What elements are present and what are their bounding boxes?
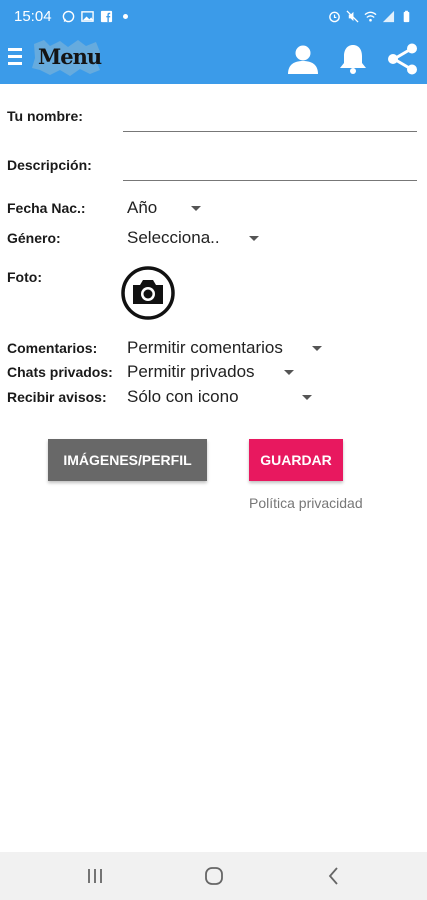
status-time: 15:04 (14, 7, 52, 25)
alarm-icon (329, 11, 340, 22)
comments-value: Permitir comentarios (127, 338, 283, 357)
chats-value: Permitir privados (127, 362, 255, 381)
profile-icon[interactable] (286, 42, 320, 76)
gender-label: Género: (7, 230, 61, 246)
gallery-icon (80, 10, 94, 22)
birth-date-label: Fecha Nac.: (7, 200, 86, 216)
menu-icon[interactable] (8, 48, 22, 68)
images-profile-button[interactable]: IMÁGENES/PERFIL (48, 439, 207, 481)
home-icon[interactable] (202, 864, 226, 888)
app-bar: Menu (0, 32, 427, 84)
facebook-icon (100, 10, 112, 22)
battery-icon (403, 10, 410, 22)
notices-label: Recibir avisos: (7, 389, 107, 405)
menu-logo[interactable]: Menu (30, 38, 102, 78)
recent-apps-icon[interactable] (83, 864, 107, 888)
chevron-down-icon (283, 369, 294, 375)
system-nav-bar (0, 852, 427, 900)
status-bar: 15:04 (0, 0, 427, 32)
gender-value: Selecciona.. (127, 228, 220, 247)
comments-label: Comentarios: (7, 340, 98, 356)
description-input[interactable] (123, 153, 417, 181)
name-input[interactable] (123, 104, 417, 132)
camera-icon[interactable] (121, 266, 175, 320)
chats-select[interactable]: Permitir privados (127, 362, 294, 382)
birth-year-select[interactable]: Año (127, 198, 202, 218)
notices-select[interactable]: Sólo con icono (127, 387, 312, 407)
bell-icon[interactable] (336, 42, 370, 76)
gender-select[interactable]: Selecciona.. (127, 228, 259, 248)
mute-icon (346, 9, 359, 23)
wifi-icon (364, 11, 377, 22)
chats-label: Chats privados: (7, 364, 113, 380)
chevron-down-icon (301, 394, 312, 400)
chevron-down-icon (311, 345, 322, 351)
logo-text: Menu (38, 44, 102, 69)
comments-select[interactable]: Permitir comentarios (127, 338, 322, 358)
chevron-down-icon (248, 235, 259, 241)
chevron-down-icon (191, 205, 202, 211)
dot-icon (122, 13, 128, 19)
back-icon[interactable] (322, 864, 346, 888)
share-icon[interactable] (385, 42, 419, 76)
whatsapp-icon (62, 10, 74, 22)
save-button[interactable]: GUARDAR (249, 439, 343, 481)
description-label: Descripción: (7, 157, 92, 173)
notices-value: Sólo con icono (127, 387, 239, 406)
name-label: Tu nombre: (7, 108, 83, 124)
photo-label: Foto: (7, 269, 42, 285)
privacy-policy-link[interactable]: Política privacidad (249, 495, 363, 511)
signal-icon (382, 10, 395, 22)
birth-year-value: Año (127, 198, 158, 217)
